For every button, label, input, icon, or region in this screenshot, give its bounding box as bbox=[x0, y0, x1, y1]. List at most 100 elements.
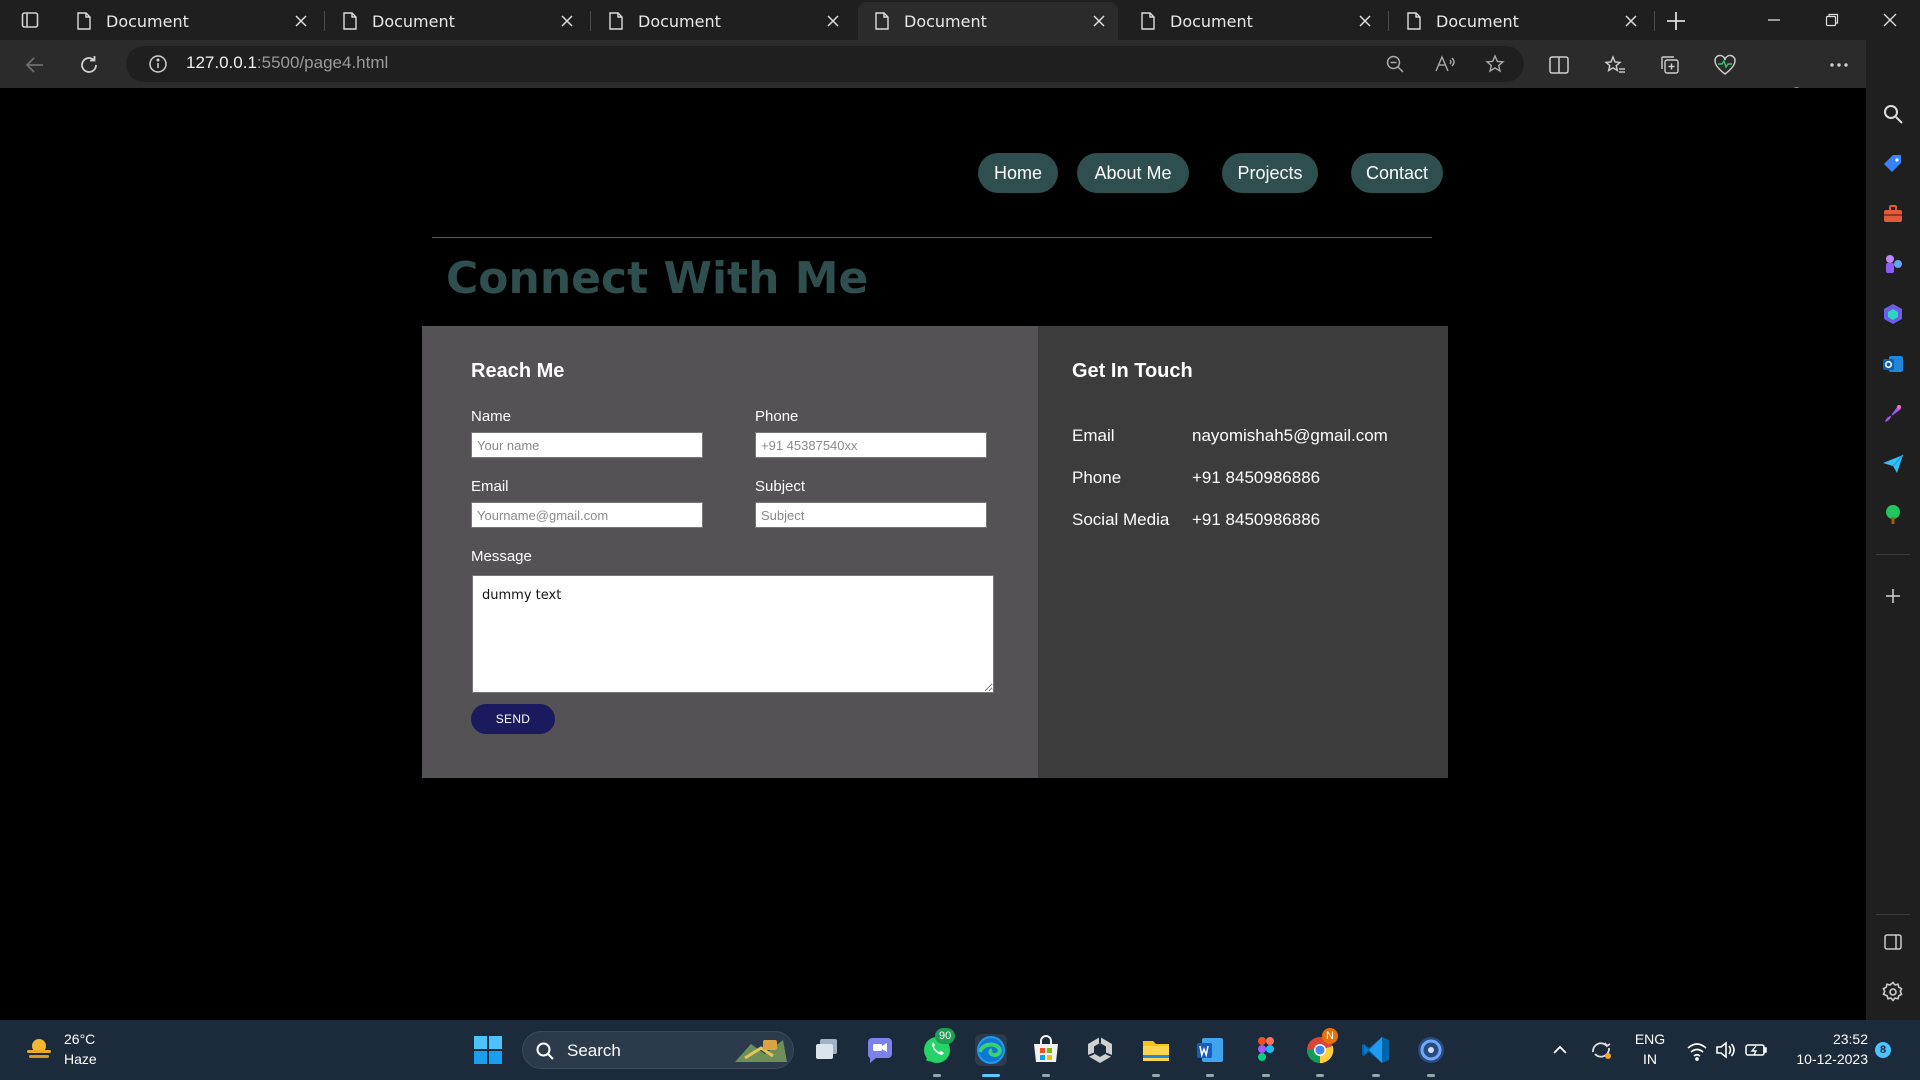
browser-tab[interactable]: Document bbox=[60, 2, 320, 40]
tab-title: Document bbox=[904, 11, 987, 31]
close-icon[interactable] bbox=[826, 14, 840, 28]
document-icon bbox=[609, 12, 623, 30]
show-hidden-icons-chevron-icon[interactable] bbox=[1548, 1034, 1572, 1066]
new-tab-icon[interactable] bbox=[1663, 8, 1689, 34]
close-icon[interactable] bbox=[1358, 14, 1372, 28]
running-indicator bbox=[933, 1074, 941, 1077]
file-explorer-icon[interactable] bbox=[1140, 1034, 1172, 1066]
close-icon[interactable] bbox=[294, 14, 308, 28]
wifi-icon[interactable] bbox=[1686, 1034, 1708, 1066]
taskbar-search[interactable]: Search bbox=[522, 1031, 794, 1069]
nav-about-me[interactable]: About Me bbox=[1077, 153, 1189, 193]
message-textarea[interactable]: dummy text bbox=[472, 575, 994, 693]
designer-icon[interactable] bbox=[1881, 402, 1905, 426]
nav-projects[interactable]: Projects bbox=[1222, 153, 1318, 193]
close-icon[interactable] bbox=[1624, 14, 1638, 28]
browser-tab[interactable]: Document bbox=[1390, 2, 1650, 40]
document-icon bbox=[77, 12, 91, 30]
tree-icon[interactable] bbox=[1881, 502, 1905, 526]
shopping-tag-icon[interactable] bbox=[1881, 152, 1905, 176]
browser-tab[interactable]: Document bbox=[1124, 2, 1384, 40]
nav-contact[interactable]: Contact bbox=[1351, 153, 1443, 193]
tab-title: Document bbox=[106, 11, 189, 31]
back-arrow-icon[interactable] bbox=[22, 52, 48, 78]
send-button[interactable]: SEND bbox=[471, 704, 555, 734]
teams-chat-icon[interactable] bbox=[864, 1034, 896, 1066]
tab-separator bbox=[1388, 11, 1389, 31]
name-label: Name bbox=[471, 408, 512, 425]
edge-browser-icon[interactable] bbox=[975, 1034, 1007, 1066]
more-options-icon[interactable] bbox=[1826, 52, 1852, 78]
volume-icon[interactable] bbox=[1714, 1034, 1736, 1066]
running-indicator bbox=[1372, 1074, 1380, 1077]
name-input[interactable] bbox=[471, 432, 703, 458]
sidebar-divider bbox=[1876, 554, 1910, 555]
page-viewport: Home About Me Projects Contact Connect W… bbox=[6, 88, 1864, 1016]
close-icon[interactable] bbox=[560, 14, 574, 28]
language-code[interactable]: ENG bbox=[1628, 1031, 1672, 1047]
url-text[interactable]: 127.0.0.1:5500/page4.html bbox=[186, 53, 388, 73]
nav-home[interactable]: Home bbox=[978, 153, 1058, 193]
add-icon[interactable] bbox=[1881, 584, 1905, 608]
games-icon[interactable] bbox=[1881, 252, 1905, 276]
minimize-icon[interactable] bbox=[1752, 6, 1796, 34]
subject-input[interactable] bbox=[755, 502, 987, 528]
microsoft-store-icon[interactable] bbox=[1030, 1034, 1062, 1066]
contact-social-value: +91 8450986886 bbox=[1192, 510, 1321, 529]
clock-date[interactable]: 10-12-2023 bbox=[1780, 1051, 1868, 1067]
running-indicator bbox=[1262, 1074, 1270, 1077]
split-screen-icon[interactable] bbox=[1546, 52, 1572, 78]
weather-haze-icon[interactable] bbox=[24, 1034, 54, 1064]
refresh-icon[interactable] bbox=[76, 52, 102, 78]
close-icon[interactable] bbox=[1092, 14, 1106, 28]
outlook-icon[interactable] bbox=[1881, 352, 1905, 376]
contact-email-label: Email bbox=[1072, 426, 1115, 445]
document-icon bbox=[875, 12, 889, 30]
settings-gear-icon[interactable] bbox=[1881, 980, 1905, 1004]
reach-me-form: Reach Me Name Phone Email Subject Messag… bbox=[422, 326, 1038, 778]
favorites-icon[interactable] bbox=[1602, 52, 1628, 78]
tool-app-icon[interactable] bbox=[1415, 1034, 1447, 1066]
microsoft-365-icon[interactable] bbox=[1881, 302, 1905, 326]
sidebar-divider bbox=[1876, 914, 1910, 915]
clock-time[interactable]: 23:52 bbox=[1780, 1031, 1868, 1047]
vscode-icon[interactable] bbox=[1360, 1034, 1392, 1066]
browser-tab-active[interactable]: Document bbox=[858, 2, 1118, 40]
read-aloud-icon[interactable] bbox=[1434, 53, 1456, 75]
windows-start-icon[interactable] bbox=[472, 1034, 504, 1066]
document-icon bbox=[1141, 12, 1155, 30]
phone-input[interactable] bbox=[755, 432, 987, 458]
unity-icon[interactable] bbox=[1084, 1034, 1116, 1066]
tab-actions-icon[interactable] bbox=[14, 8, 48, 32]
tab-separator bbox=[324, 11, 325, 31]
address-bar[interactable]: 127.0.0.1:5500/page4.html bbox=[126, 46, 1524, 82]
weather-temperature[interactable]: 26°C bbox=[64, 1031, 95, 1047]
task-view-icon[interactable] bbox=[811, 1034, 843, 1066]
send-icon[interactable] bbox=[1881, 452, 1905, 476]
site-info-icon[interactable] bbox=[148, 54, 168, 74]
figma-icon[interactable] bbox=[1250, 1034, 1282, 1066]
taskbar: 26°C Haze Search 90 N ENG IN 23:52 10-12… bbox=[0, 1020, 1920, 1080]
tab-title: Document bbox=[1436, 11, 1519, 31]
tools-icon[interactable] bbox=[1881, 202, 1905, 226]
hide-sidebar-icon[interactable] bbox=[1881, 930, 1905, 954]
notification-count-badge[interactable]: 8 bbox=[1875, 1042, 1891, 1058]
running-indicator bbox=[1152, 1074, 1160, 1077]
favorite-star-icon[interactable] bbox=[1484, 53, 1506, 75]
weather-condition[interactable]: Haze bbox=[64, 1051, 97, 1067]
search-icon[interactable] bbox=[1881, 102, 1905, 126]
language-region[interactable]: IN bbox=[1628, 1051, 1672, 1067]
running-indicator bbox=[1427, 1074, 1435, 1077]
browser-tab[interactable]: Document bbox=[592, 2, 852, 40]
browser-essentials-icon[interactable] bbox=[1712, 52, 1738, 78]
zoom-out-icon[interactable] bbox=[1384, 53, 1406, 75]
sync-icon[interactable] bbox=[1586, 1034, 1616, 1066]
battery-charging-icon[interactable] bbox=[1744, 1034, 1768, 1066]
browser-tab[interactable]: Document bbox=[326, 2, 586, 40]
reach-me-title: Reach Me bbox=[471, 360, 565, 382]
collections-icon[interactable] bbox=[1657, 52, 1683, 78]
close-window-icon[interactable] bbox=[1868, 6, 1912, 34]
word-icon[interactable] bbox=[1194, 1034, 1226, 1066]
email-input[interactable] bbox=[471, 502, 703, 528]
restore-icon[interactable] bbox=[1810, 6, 1854, 34]
